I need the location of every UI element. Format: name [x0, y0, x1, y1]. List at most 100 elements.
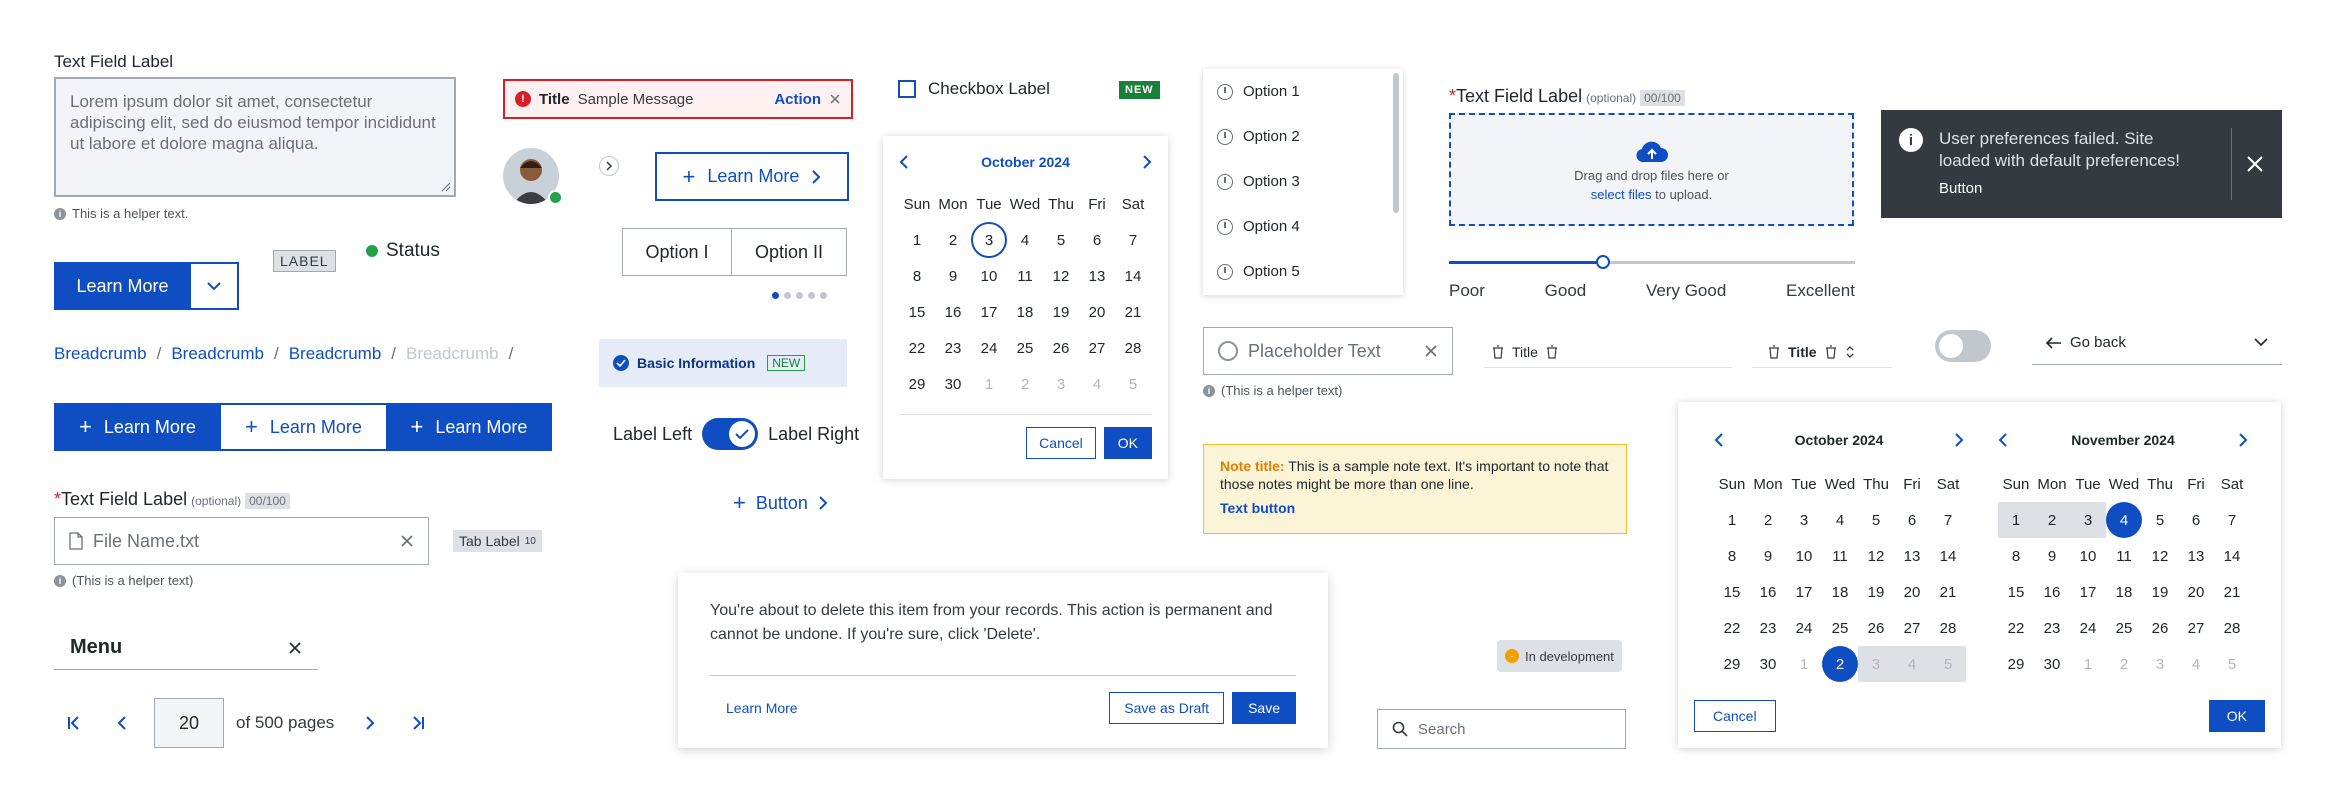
- learn-more-button-1[interactable]: + Learn More: [54, 403, 221, 451]
- calendar-day[interactable]: 10: [1786, 538, 1822, 574]
- breadcrumb-link[interactable]: Breadcrumb: [171, 344, 264, 364]
- scrollbar[interactable]: [1393, 73, 1399, 213]
- calendar-day[interactable]: 13: [1894, 538, 1930, 574]
- calendar-day[interactable]: 23: [2034, 610, 2070, 646]
- learn-more-button-3[interactable]: + Learn More: [386, 403, 552, 451]
- calendar-day[interactable]: 10: [971, 258, 1007, 294]
- calendar-day[interactable]: 4: [1007, 222, 1043, 258]
- segment-option-1[interactable]: Option I: [623, 229, 732, 275]
- calendar-day[interactable]: 28: [1115, 330, 1151, 366]
- file-name-field[interactable]: File Name.txt: [54, 517, 429, 565]
- close-icon[interactable]: [400, 534, 414, 548]
- calendar-day[interactable]: 15: [1998, 574, 2034, 610]
- previous-page-icon[interactable]: [90, 699, 154, 747]
- save-button[interactable]: Save: [1232, 692, 1296, 724]
- table-header-2[interactable]: Title: [1752, 336, 1892, 368]
- calendar-day[interactable]: 25: [1007, 330, 1043, 366]
- list-item[interactable]: Option 5: [1203, 249, 1403, 294]
- calendar-day[interactable]: 30: [935, 366, 971, 402]
- close-icon[interactable]: [1424, 344, 1438, 358]
- calendar-day[interactable]: 26: [1043, 330, 1079, 366]
- calendar-day[interactable]: 16: [2034, 574, 2070, 610]
- calendar-day[interactable]: 21: [1930, 574, 1966, 610]
- calendar-day[interactable]: 15: [1714, 574, 1750, 610]
- toggle-switch[interactable]: [702, 418, 759, 450]
- calendar-day[interactable]: 17: [971, 294, 1007, 330]
- calendar-day[interactable]: 1: [1998, 502, 2034, 538]
- calendar-day[interactable]: 4: [2106, 502, 2142, 538]
- tab-label[interactable]: Tab Label 10: [453, 530, 542, 552]
- calendar-day[interactable]: 30: [1750, 646, 1786, 682]
- chevron-down-icon[interactable]: [191, 262, 239, 310]
- calendar-day[interactable]: 22: [1998, 610, 2034, 646]
- calendar-day[interactable]: 21: [2214, 574, 2250, 610]
- calendar-day[interactable]: 10: [2070, 538, 2106, 574]
- calendar-day[interactable]: 19: [1043, 294, 1079, 330]
- calendar-day[interactable]: 9: [935, 258, 971, 294]
- calendar-day[interactable]: 18: [1822, 574, 1858, 610]
- calendar-day[interactable]: 5: [1043, 222, 1079, 258]
- next-month-icon[interactable]: [1954, 432, 1964, 448]
- learn-more-button[interactable]: + Learn More: [655, 152, 849, 201]
- checkbox[interactable]: [898, 80, 916, 98]
- dialog-learn-more-link[interactable]: Learn More: [710, 700, 1109, 716]
- calendar-day[interactable]: 3: [971, 222, 1007, 258]
- calendar-day[interactable]: 9: [2034, 538, 2070, 574]
- ok-button[interactable]: OK: [2208, 700, 2265, 732]
- calendar-day[interactable]: 6: [1894, 502, 1930, 538]
- calendar-day[interactable]: 29: [1998, 646, 2034, 682]
- toast-button[interactable]: Button: [1939, 180, 2215, 197]
- cancel-button[interactable]: Cancel: [1694, 700, 1776, 732]
- close-icon[interactable]: [288, 641, 302, 655]
- next-month-icon[interactable]: [2238, 432, 2248, 448]
- breadcrumb-link[interactable]: Breadcrumb: [289, 344, 382, 364]
- calendar-day[interactable]: 6: [2178, 502, 2214, 538]
- ok-button[interactable]: OK: [1103, 427, 1152, 459]
- text-area[interactable]: Lorem ipsum dolor sit amet, consectetur …: [54, 77, 456, 197]
- next-page-icon[interactable]: [346, 699, 394, 747]
- calendar-day[interactable]: 20: [1894, 574, 1930, 610]
- learn-more-button-2[interactable]: + Learn More: [221, 403, 386, 451]
- calendar-day[interactable]: 24: [971, 330, 1007, 366]
- close-icon[interactable]: [829, 93, 841, 105]
- calendar-day[interactable]: 9: [1750, 538, 1786, 574]
- calendar-day[interactable]: 16: [935, 294, 971, 330]
- calendar-day[interactable]: 12: [1043, 258, 1079, 294]
- segment-option-2[interactable]: Option II: [732, 229, 846, 275]
- calendar-day[interactable]: 8: [1998, 538, 2034, 574]
- calendar-day[interactable]: 18: [2106, 574, 2142, 610]
- calendar-day[interactable]: 7: [1115, 222, 1151, 258]
- calendar-day[interactable]: 17: [1786, 574, 1822, 610]
- calendar-day[interactable]: 3: [1786, 502, 1822, 538]
- slider-track[interactable]: [1449, 255, 1855, 269]
- calendar-day[interactable]: 12: [2142, 538, 2178, 574]
- calendar-day[interactable]: 12: [1858, 538, 1894, 574]
- slider-thumb[interactable]: [1596, 255, 1611, 269]
- calendar-day[interactable]: 7: [2214, 502, 2250, 538]
- learn-more-button[interactable]: Learn More: [54, 262, 191, 310]
- save-as-draft-button[interactable]: Save as Draft: [1109, 692, 1225, 724]
- previous-month-icon[interactable]: [1998, 432, 2008, 448]
- toggle-switch-off[interactable]: [1935, 330, 1991, 362]
- calendar-day[interactable]: 27: [1079, 330, 1115, 366]
- calendar-day[interactable]: 25: [1822, 610, 1858, 646]
- select-files-link[interactable]: select files: [1591, 187, 1652, 202]
- go-back-dropdown[interactable]: Go back: [2032, 321, 2282, 365]
- calendar-day[interactable]: 19: [2142, 574, 2178, 610]
- text-button[interactable]: + Button: [733, 490, 828, 516]
- calendar-day[interactable]: 20: [2178, 574, 2214, 610]
- calendar-day[interactable]: 17: [2070, 574, 2106, 610]
- calendar-day[interactable]: 25: [2106, 610, 2142, 646]
- list-item[interactable]: Option 2: [1203, 114, 1403, 159]
- list-item[interactable]: Option 1: [1203, 69, 1403, 114]
- calendar-day[interactable]: 2: [2034, 502, 2070, 538]
- next-month-icon[interactable]: [1142, 154, 1152, 170]
- calendar-day[interactable]: 16: [1750, 574, 1786, 610]
- calendar-day[interactable]: 23: [935, 330, 971, 366]
- calendar-day[interactable]: 5: [2142, 502, 2178, 538]
- calendar-day[interactable]: 3: [2070, 502, 2106, 538]
- calendar-day[interactable]: 4: [1822, 502, 1858, 538]
- calendar-day[interactable]: 21: [1115, 294, 1151, 330]
- calendar-day[interactable]: 20: [1079, 294, 1115, 330]
- list-item[interactable]: Option 3: [1203, 159, 1403, 204]
